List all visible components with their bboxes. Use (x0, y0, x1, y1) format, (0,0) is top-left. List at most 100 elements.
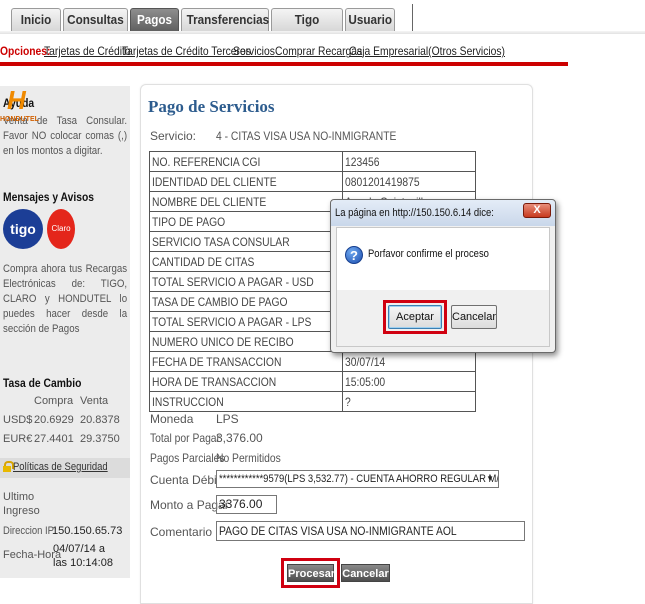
chevron-down-icon: ▼ (486, 474, 494, 483)
nav-underline (0, 31, 645, 34)
table-cell-label: TOTAL SERVICIO A PAGAR - USD (148, 271, 344, 292)
dialog-ok-button[interactable]: Aceptar (388, 305, 442, 329)
options-bar: Opciones: Tarjetas de Crédito Tarjetas d… (0, 36, 568, 66)
messages-title: Mensajes y Avisos (3, 190, 95, 204)
options-label: Opciones: (0, 44, 51, 58)
tab-inicio[interactable]: Inicio (11, 8, 61, 32)
rate-buy: 20.6929 (34, 414, 74, 426)
tigo-logo: tigo (3, 209, 43, 249)
rate-row: EUR€ 27.4401 29.3750 (3, 433, 127, 449)
table-cell-label: SERVICIO TASA CONSULAR (148, 231, 344, 252)
cell-text: NUMERO UNICO DE RECIBO (152, 334, 294, 349)
comentario-value: PAGO DE CITAS VISA USA NO-INMIGRANTE AOL (219, 524, 457, 538)
rate-currency: EUR€ (3, 433, 33, 445)
link-servicios[interactable]: Servicios (233, 36, 275, 66)
cell-text: TASA DE CAMBIO DE PAGO (152, 294, 288, 309)
table-cell-label: TIPO DE PAGO (148, 211, 344, 232)
table-row: FECHA DE TRANSACCION 30/07/14 (148, 351, 477, 372)
cell-text: ? (345, 394, 351, 409)
cancelar-button[interactable]: Cancelar (341, 564, 390, 582)
link-caja-empresarial[interactable]: Caja Empresarial(Otros Servicios) (349, 36, 505, 66)
recharge-text-body: Compra ahora tus Recargas Electrónicas d… (3, 263, 128, 335)
service-value: 4 - CITAS VISA USA NO-INMIGRANTE (216, 129, 397, 143)
table-cell-label: NOMBRE DEL CLIENTE (148, 191, 344, 212)
rate-buy: 27.4401 (34, 433, 74, 445)
hondutel-text: HONDUTEL (0, 116, 39, 123)
recharge-text: Compra ahora tus Recargas Electrónicas d… (3, 262, 127, 337)
total-value: 3,376.00 (216, 431, 263, 445)
link-tarjetas-credito[interactable]: Tarjetas de Crédito (44, 36, 131, 66)
parciales-row: Pagos Parciales No Permitidos (150, 451, 281, 465)
moneda-row: Moneda LPS (150, 412, 239, 426)
procesar-button[interactable]: Procesar (287, 564, 335, 582)
table-row: NO. REFERENCIA CGI 123456 (148, 151, 477, 172)
rates-header: Compra Venta (3, 395, 127, 411)
tab-usuario[interactable]: Usuario (345, 8, 395, 32)
cell-text: NOMBRE DEL CLIENTE (152, 194, 267, 209)
rates-title: Tasa de Cambio (3, 376, 82, 390)
table-row: HORA DE TRANSACCION 15:05:00 (148, 371, 477, 392)
cell-text: SERVICIO TASA CONSULAR (152, 234, 290, 249)
cell-text: HORA DE TRANSACCION (152, 374, 277, 389)
cuenta-debito-select[interactable]: ************9579(LPS 3,532.77) - CUENTA … (216, 470, 499, 488)
total-row: Total por Pagar 3,376.00 (150, 431, 263, 445)
rates-header-buy: Compra (34, 395, 74, 407)
nav-divider (412, 4, 413, 32)
parciales-value: No Permitidos (216, 451, 281, 465)
total-label: Total por Pagar (150, 431, 220, 445)
table-row: INSTRUCCION? (148, 391, 477, 412)
cell-text: INSTRUCCION (152, 394, 224, 409)
service-line: Servicio: 4 - CITAS VISA USA NO-INMIGRAN… (150, 129, 396, 143)
ip-label: Direccion IP: (3, 525, 57, 537)
dialog-title-text: La página en http://150.150.6.14 dice: (335, 207, 494, 219)
rate-row: USD$ 20.6929 20.8378 (3, 414, 127, 430)
page-title: Pago de Servicios (148, 97, 275, 116)
service-label: Servicio: (150, 129, 197, 143)
table-cell-label: INSTRUCCION (148, 391, 344, 412)
table-cell-value: ? (342, 391, 477, 412)
sidebar: Ayuda Venta de Tasa Consular. Favor NO c… (0, 86, 130, 578)
table-cell-label: IDENTIDAD DEL CLIENTE (148, 171, 344, 192)
cell-text: FECHA DE TRANSACCION (152, 354, 282, 369)
comentario-input[interactable]: PAGO DE CITAS VISA USA NO-INMIGRANTE AOL (216, 521, 525, 541)
dialog-message-text: Porfavor confirme el proceso (368, 248, 489, 260)
table-cell-label: CANTIDAD DE CITAS (148, 251, 344, 272)
tab-tigo-money[interactable]: Tigo Money (271, 8, 343, 49)
parciales-label: Pagos Parciales (150, 451, 225, 465)
moneda-label: Moneda (150, 412, 194, 426)
dialog-footer: Aceptar Cancelar (337, 290, 549, 346)
hondutel-letter: H (7, 85, 26, 115)
rate-currency: USD$ (3, 414, 33, 426)
security-bar: Políticas de Seguridad (0, 458, 130, 478)
tab-transferencias[interactable]: Transferencias (181, 8, 269, 32)
tab-consultas[interactable]: Consultas (63, 8, 128, 32)
table-cell-value: 0801201419875 (342, 171, 477, 192)
tab-pagos[interactable]: Pagos (130, 8, 179, 32)
rates-header-sell: Venta (80, 395, 109, 407)
cell-text: IDENTIDAD DEL CLIENTE (152, 174, 277, 189)
rate-sell: 29.3750 (80, 433, 120, 445)
dialog-cancel-button[interactable]: Cancelar (451, 305, 497, 329)
table-cell-label: HORA DE TRANSACCION (148, 371, 344, 392)
link-tarjetas-terceros[interactable]: Tarjetas de Crédito Terceros (122, 36, 251, 66)
cell-text: 15:05:00 (345, 374, 386, 389)
table-cell-label: TASA DE CAMBIO DE PAGO (148, 291, 344, 312)
cell-text: 123456 (345, 154, 380, 169)
security-policy-link[interactable]: Políticas de Seguridad (13, 461, 108, 473)
cell-text: CANTIDAD DE CITAS (152, 254, 255, 269)
table-cell-value: 123456 (342, 151, 477, 172)
table-cell-value: 30/07/14 (342, 351, 477, 372)
dialog-body: ? Porfavor confirme el proceso Aceptar C… (336, 227, 550, 347)
last-login-label: Ultimo Ingreso (3, 491, 40, 517)
monto-input[interactable]: 3376.00 (216, 495, 277, 514)
confirm-dialog: La página en http://150.150.6.14 dice: X… (330, 199, 556, 353)
ip-value: 150.150.65.73 (52, 525, 123, 537)
table-cell-label: NO. REFERENCIA CGI (148, 151, 344, 172)
dialog-close-button[interactable]: X (523, 203, 551, 218)
table-cell-label: TOTAL SERVICIO A PAGAR - LPS (148, 311, 344, 332)
cell-text: NO. REFERENCIA CGI (152, 154, 261, 169)
cell-text: TIPO DE PAGO (152, 214, 226, 229)
cell-text: TOTAL SERVICIO A PAGAR - USD (152, 274, 314, 289)
table-cell-label: FECHA DE TRANSACCION (148, 351, 344, 372)
question-icon: ? (345, 246, 363, 264)
